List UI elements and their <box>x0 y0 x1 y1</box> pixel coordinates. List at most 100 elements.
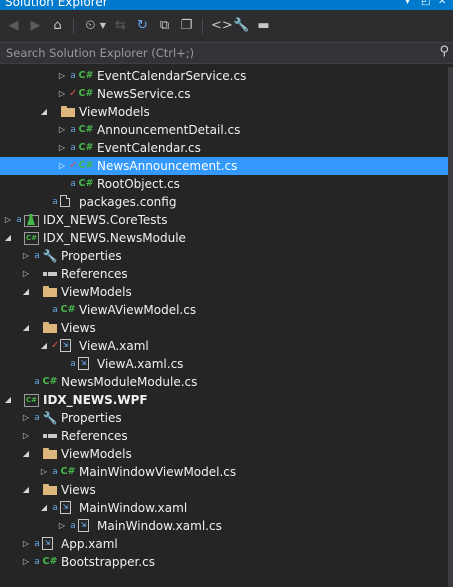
csharp-file-icon: C# <box>78 160 94 171</box>
tree-item[interactable]: ▷ References <box>0 427 453 445</box>
tree-item-label: EventCalendarService.cs <box>97 69 247 83</box>
checked-in-lock-icon: a <box>70 143 76 153</box>
tree-item[interactable]: ▷ ✓ C# NewsAnnouncement.cs <box>0 157 448 175</box>
checked-in-lock-icon: a <box>52 197 58 207</box>
collapse-arrow-icon[interactable]: ◢ <box>3 391 13 409</box>
back-button[interactable]: ◀ <box>5 17 22 35</box>
expand-arrow-icon[interactable]: ▷ <box>21 535 31 553</box>
xaml-file-icon: ⇲ <box>60 339 71 352</box>
expand-arrow-icon[interactable]: ▷ <box>57 67 67 85</box>
checked-in-lock-icon: a <box>70 125 76 135</box>
tree-item-label: packages.config <box>79 195 177 209</box>
tree-item[interactable]: ◢ ✓ ⇲ ViewA.xaml <box>0 337 453 355</box>
tree-item[interactable]: ▷ a C# AnnouncementDetail.cs <box>0 121 453 139</box>
tree-item[interactable]: ▷ References <box>0 265 453 283</box>
expand-arrow-icon[interactable]: ▷ <box>21 409 31 427</box>
search-input[interactable] <box>6 44 426 61</box>
expand-arrow-icon[interactable]: ▷ <box>57 139 67 157</box>
refresh-button[interactable]: ↻ <box>134 17 151 35</box>
sync-with-active-document-button[interactable]: ⇆ <box>112 17 129 35</box>
expand-arrow-icon[interactable]: ▷ <box>21 265 31 283</box>
preview-button[interactable]: ▬ <box>255 17 272 35</box>
forward-button[interactable]: ▶ <box>27 17 44 35</box>
tree-item[interactable]: ▷ a C# MainWindowViewModel.cs <box>0 463 453 481</box>
dropdown-icon[interactable]: ▾ <box>405 0 410 8</box>
tree-item-label: NewsAnnouncement.cs <box>97 159 238 173</box>
tree-item-label: References <box>61 429 128 443</box>
tree-item-label: ViewA.xaml <box>79 339 149 353</box>
title-bar: Solution Explorer ▾ ◰ ✕ <box>0 0 453 10</box>
tree-item[interactable]: a packages.config <box>0 193 453 211</box>
tree-item[interactable]: ◢ ViewModels <box>0 283 453 301</box>
collapse-arrow-icon[interactable]: ◢ <box>39 499 49 517</box>
tree-item[interactable]: a C# ViewAViewModel.cs <box>0 301 453 319</box>
collapse-arrow-icon[interactable]: ◢ <box>3 229 13 247</box>
collapse-arrow-icon[interactable]: ◢ <box>39 337 49 355</box>
collapse-arrow-icon[interactable]: ◢ <box>21 283 31 301</box>
tree-item[interactable]: ▷ a C# Bootstrapper.cs <box>0 553 453 571</box>
tree-item[interactable]: ▷ ✓ C# NewsService.cs <box>0 85 453 103</box>
checked-in-lock-icon: a <box>34 377 40 387</box>
xaml-file-icon: ⇲ <box>78 357 89 370</box>
vertical-scrollbar[interactable] <box>448 67 453 587</box>
expand-arrow-icon[interactable]: ▷ <box>39 463 49 481</box>
checked-in-lock-icon: a <box>70 71 76 81</box>
tree-item[interactable]: ◢ ViewModels <box>0 445 453 463</box>
csharp-file-icon: C# <box>60 304 76 315</box>
pending-changes-filter-button[interactable]: ⏲ <box>82 17 99 35</box>
collapse-arrow-icon[interactable]: ◢ <box>21 481 31 499</box>
tree-item-label: ViewAViewModel.cs <box>79 303 197 317</box>
expand-arrow-icon[interactable]: ▷ <box>57 517 67 535</box>
solution-tree: ▷ a C# EventCalendarService.cs ▷ ✓ C# NewsServi… <box>0 67 453 571</box>
tree-item[interactable]: ◢ Views <box>0 481 453 499</box>
tree-item[interactable]: ◢ a ⇲ MainWindow.xaml <box>0 499 453 517</box>
tree-item-label: Views <box>61 321 96 335</box>
checked-in-lock-icon: a <box>34 413 40 423</box>
expand-arrow-icon[interactable]: ▷ <box>57 121 67 139</box>
tree-item-label: Bootstrapper.cs <box>61 555 155 569</box>
tree-item[interactable]: a ⇲ ViewA.xaml.cs <box>0 355 453 373</box>
home-button[interactable]: ⌂ <box>49 17 66 35</box>
tree-item[interactable]: ◢ C# IDX_NEWS.WPF <box>0 391 453 409</box>
tree-item-label: NewsModuleModule.cs <box>61 375 198 389</box>
tree-item[interactable]: ▷ a ⇲ MainWindow.xaml.cs <box>0 517 453 535</box>
show-all-files-button[interactable]: ❐ <box>178 17 195 35</box>
expand-arrow-icon[interactable]: ▷ <box>57 85 67 103</box>
checked-in-lock-icon: a <box>52 503 58 513</box>
tree-item-label: Views <box>61 483 96 497</box>
expand-arrow-icon[interactable]: ▷ <box>3 211 13 229</box>
collapse-all-button[interactable]: ⧉ <box>156 17 173 35</box>
close-icon[interactable]: ✕ <box>438 0 446 8</box>
checked-out-icon: ✓ <box>69 88 78 99</box>
expand-arrow-icon[interactable]: ▷ <box>21 553 31 571</box>
tree-item[interactable]: a C# NewsModuleModule.cs <box>0 373 453 391</box>
expand-arrow-icon[interactable]: ▷ <box>21 427 31 445</box>
tree-item[interactable]: ▷ a C# EventCalendar.cs <box>0 139 453 157</box>
tree-item[interactable]: ◢ ViewModels <box>0 103 453 121</box>
tree-item[interactable]: ▷ a IDX_NEWS.CoreTests <box>0 211 453 229</box>
tree-item[interactable]: ◢ Views <box>0 319 453 337</box>
tree-item[interactable]: ▷ a 🔧 Properties <box>0 409 453 427</box>
collapse-arrow-icon[interactable]: ◢ <box>21 319 31 337</box>
tree-item-label: MainWindow.xaml.cs <box>97 519 222 533</box>
tree-item[interactable]: ◢ C# IDX_NEWS.NewsModule <box>0 229 453 247</box>
chevron-down-icon[interactable]: ▼ <box>99 17 107 35</box>
collapse-arrow-icon[interactable]: ◢ <box>21 445 31 463</box>
search-icon[interactable]: ⚲ <box>439 44 449 59</box>
folder-icon <box>42 447 58 461</box>
tree-item-label: ViewModels <box>61 285 132 299</box>
collapse-arrow-icon[interactable]: ◢ <box>39 103 49 121</box>
tree-item-label: Properties <box>61 411 122 425</box>
tree-item[interactable]: ▷ a C# EventCalendarService.cs <box>0 67 453 85</box>
view-code-button[interactable]: <> <box>211 17 233 35</box>
tree-item[interactable]: ▷ a 🔧 Properties <box>0 247 453 265</box>
tree-item[interactable]: a C# RootObject.cs <box>0 175 453 193</box>
checked-out-icon: ✓ <box>69 160 78 171</box>
tree-item[interactable]: ▷ a ⇲ App.xaml <box>0 535 453 553</box>
wrench-icon: 🔧 <box>42 249 58 263</box>
properties-button[interactable]: 🔧 <box>233 17 250 35</box>
expand-arrow-icon[interactable]: ▷ <box>57 157 67 175</box>
expand-arrow-icon[interactable]: ▷ <box>21 247 31 265</box>
auto-hide-icon[interactable]: ◰ <box>421 0 430 8</box>
checked-in-lock-icon: a <box>34 557 40 567</box>
